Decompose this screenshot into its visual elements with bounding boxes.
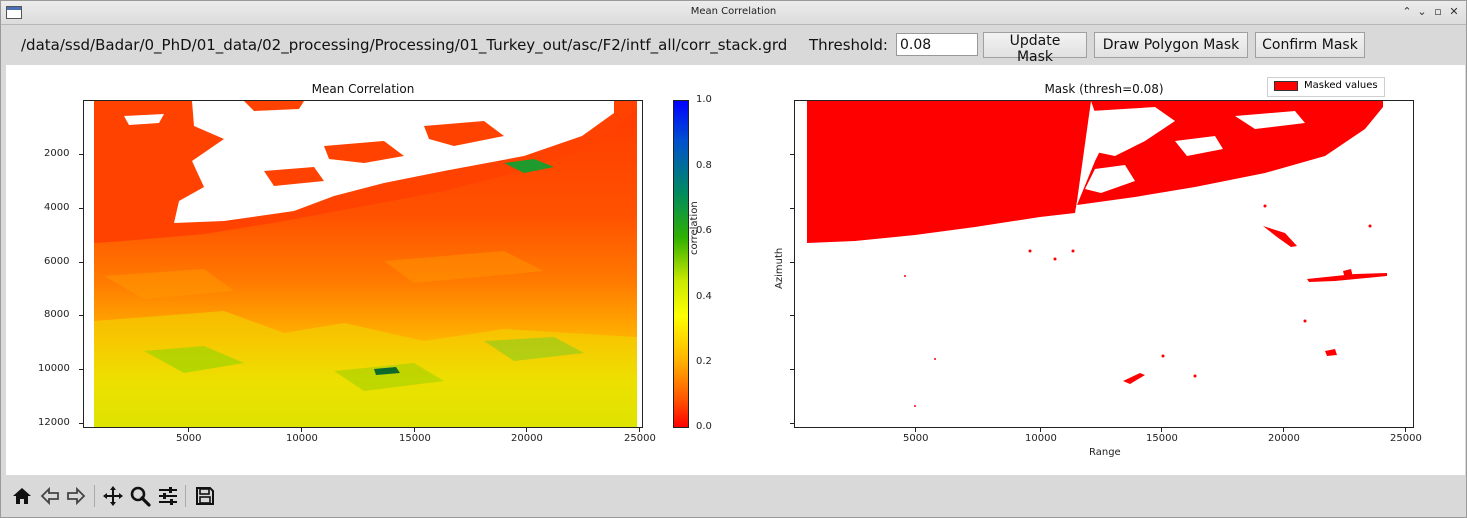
x-tick-mark bbox=[301, 428, 302, 432]
x-tick-mark bbox=[1161, 428, 1162, 432]
close-icon[interactable]: ✕ bbox=[1446, 5, 1462, 18]
colorbar-gradient bbox=[674, 101, 688, 427]
x-tick-mark bbox=[1040, 428, 1041, 432]
y-tick-label: 10000 bbox=[38, 363, 70, 374]
toolbar-separator bbox=[94, 485, 95, 507]
minimize-icon[interactable]: ⌃ bbox=[1399, 5, 1415, 18]
x-tick-label: 10000 bbox=[1025, 433, 1057, 444]
colorbar-label: correlation bbox=[689, 201, 700, 255]
y-tick-label: 2000 bbox=[44, 148, 70, 159]
x-tick-mark bbox=[915, 428, 916, 432]
configure-icon[interactable] bbox=[157, 485, 179, 507]
legend-swatch bbox=[1274, 80, 1298, 91]
file-path-label: /data/ssd/Badar/0_PhD/01_data/02_process… bbox=[21, 36, 788, 54]
x-tick-label: 20000 bbox=[1268, 433, 1300, 444]
threshold-label: Threshold: bbox=[809, 36, 888, 54]
y-tick-mark bbox=[790, 262, 794, 263]
window-title: Mean Correlation bbox=[690, 6, 777, 17]
y-tick-mark bbox=[79, 423, 83, 424]
maximize-icon[interactable]: ⌄ bbox=[1414, 5, 1430, 18]
restore-icon[interactable]: ▫ bbox=[1430, 5, 1446, 18]
x-tick-label: 20000 bbox=[511, 433, 543, 444]
y-tick-mark bbox=[790, 208, 794, 209]
x-tick-label: 15000 bbox=[399, 433, 431, 444]
forward-icon[interactable] bbox=[65, 485, 87, 507]
colorbar-tick-label: 1.0 bbox=[696, 94, 712, 105]
y-tick-label: 12000 bbox=[38, 417, 70, 428]
colorbar-tick-label: 0.0 bbox=[696, 421, 712, 432]
x-tick-label: 10000 bbox=[286, 433, 318, 444]
x-axis-label: Range bbox=[1089, 447, 1121, 458]
y-tick-mark bbox=[79, 369, 83, 370]
x-tick-label: 15000 bbox=[1146, 433, 1178, 444]
x-tick-mark bbox=[526, 428, 527, 432]
home-icon[interactable] bbox=[11, 485, 33, 507]
colorbar-tick-label: 0.8 bbox=[696, 160, 712, 171]
y-tick-mark bbox=[790, 315, 794, 316]
colorbar bbox=[673, 100, 689, 428]
x-tick-mark bbox=[639, 428, 640, 432]
x-tick-mark bbox=[414, 428, 415, 432]
x-tick-mark bbox=[1405, 428, 1406, 432]
y-tick-label: 4000 bbox=[44, 202, 70, 213]
x-tick-mark bbox=[1283, 428, 1284, 432]
app-window: Mean Correlation ⌃ ⌄ ▫ ✕ /data/ssd/Badar… bbox=[0, 0, 1467, 518]
y-tick-mark bbox=[790, 423, 794, 424]
y-tick-label: 6000 bbox=[44, 256, 70, 267]
correlation-heatmap[interactable] bbox=[83, 100, 643, 428]
pan-icon[interactable] bbox=[102, 485, 124, 507]
mask-image bbox=[795, 101, 1413, 427]
x-tick-mark bbox=[188, 428, 189, 432]
title-bar: Mean Correlation ⌃ ⌄ ▫ ✕ bbox=[1, 1, 1466, 25]
mask-plot[interactable] bbox=[794, 100, 1414, 428]
y-tick-mark bbox=[79, 315, 83, 316]
control-bar: /data/ssd/Badar/0_PhD/01_data/02_process… bbox=[1, 26, 1466, 65]
y-tick-label: 8000 bbox=[44, 309, 70, 320]
legend: Masked values bbox=[1267, 77, 1385, 97]
update-mask-button[interactable]: Update Mask bbox=[983, 32, 1087, 65]
y-tick-mark bbox=[79, 208, 83, 209]
x-tick-label: 5000 bbox=[903, 433, 929, 444]
legend-label: Masked values bbox=[1304, 80, 1378, 91]
y-tick-mark bbox=[79, 262, 83, 263]
y-tick-mark bbox=[790, 154, 794, 155]
correlation-heatmap-image bbox=[84, 101, 642, 427]
save-icon[interactable] bbox=[194, 485, 216, 507]
navigation-toolbar bbox=[1, 477, 1466, 517]
y-axis-label: Azimuth bbox=[774, 247, 785, 289]
x-tick-label: 25000 bbox=[1390, 433, 1422, 444]
x-tick-label: 5000 bbox=[176, 433, 202, 444]
colorbar-tick-label: 0.4 bbox=[696, 291, 712, 302]
x-tick-label: 25000 bbox=[624, 433, 656, 444]
figure-canvas[interactable]: Mean Correlation 2000 4000 6000 8000 100… bbox=[6, 65, 1465, 475]
draw-polygon-mask-button[interactable]: Draw Polygon Mask bbox=[1094, 32, 1248, 58]
y-tick-mark bbox=[79, 154, 83, 155]
left-plot-title: Mean Correlation bbox=[311, 82, 415, 96]
threshold-input[interactable] bbox=[896, 33, 978, 56]
confirm-mask-button[interactable]: Confirm Mask bbox=[1255, 32, 1365, 58]
toolbar-separator bbox=[185, 485, 186, 507]
colorbar-tick-label: 0.2 bbox=[696, 356, 712, 367]
zoom-icon[interactable] bbox=[129, 485, 151, 507]
y-tick-mark bbox=[790, 369, 794, 370]
back-icon[interactable] bbox=[39, 485, 61, 507]
